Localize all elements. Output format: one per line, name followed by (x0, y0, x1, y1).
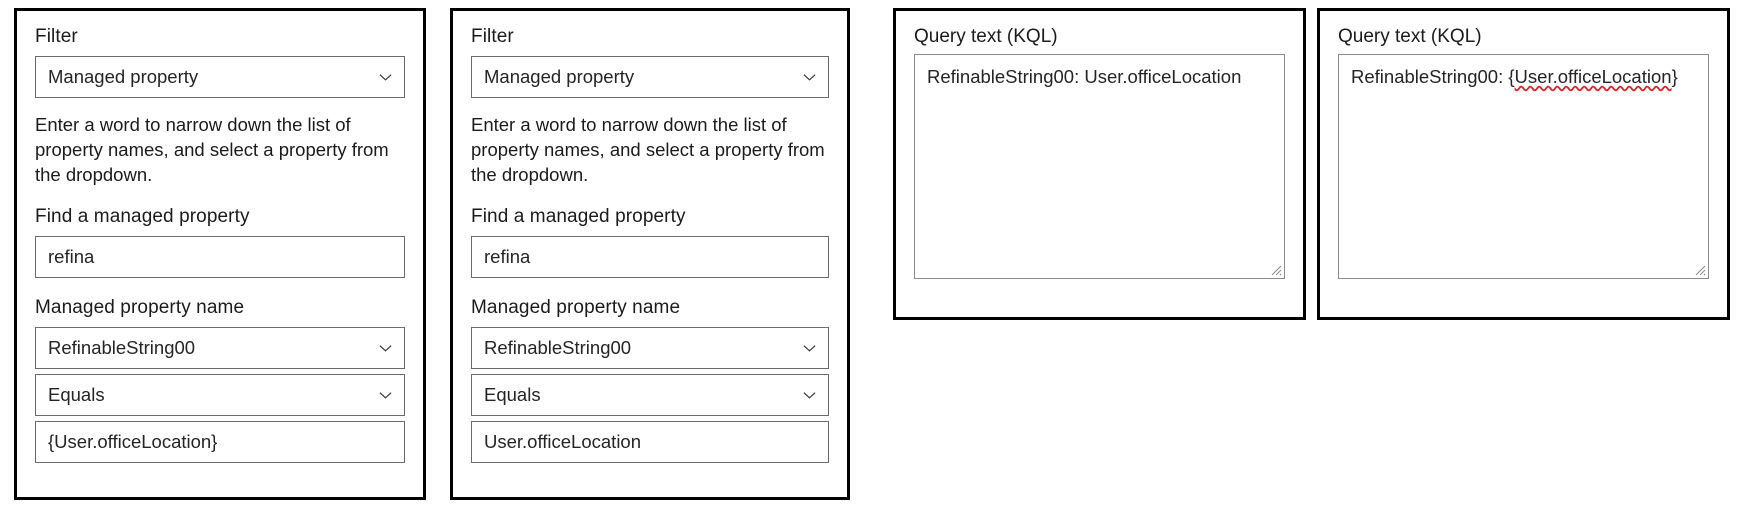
find-managed-property-input-value: refina (484, 246, 531, 267)
query-text-close-brace: } (1671, 66, 1678, 87)
panel-query-text-plain-body: Query text (KQL) RefinableString00: User… (896, 11, 1303, 317)
operator-dropdown[interactable]: Equals (35, 374, 405, 416)
managed-property-name-label: Managed property name (471, 297, 681, 318)
operator-dropdown-value: Equals (48, 384, 105, 405)
find-managed-property-label: Find a managed property (471, 206, 686, 227)
find-managed-property-input[interactable]: refina (35, 236, 405, 278)
operand-value-input-value: {User.officeLocation} (48, 431, 218, 452)
panel-query-text-plain: Query text (KQL) RefinableString00: User… (893, 8, 1306, 320)
panel-filter-without-braces: Filter Managed property Enter a word to … (450, 8, 850, 500)
operand-value-input[interactable]: User.officeLocation (471, 421, 829, 463)
resize-grip-icon[interactable] (1693, 263, 1706, 276)
query-text-content: RefinableString00: {User.officeLocation} (1351, 65, 1696, 89)
managed-property-name-dropdown[interactable]: RefinableString00 (471, 327, 829, 369)
chevron-down-icon (378, 341, 393, 356)
chevron-down-icon (802, 341, 817, 356)
filter-help-text: Enter a word to narrow down the list of … (471, 114, 825, 185)
filter-type-dropdown[interactable]: Managed property (471, 56, 829, 98)
managed-property-name-dropdown-value: RefinableString00 (48, 337, 196, 358)
query-text-content: RefinableString00: User.officeLocation (927, 65, 1272, 89)
operand-value-input[interactable]: {User.officeLocation} (35, 421, 405, 463)
managed-property-name-dropdown-value: RefinableString00 (484, 337, 632, 358)
query-text-token-spellcheck-error: User.officeLocation (1514, 66, 1672, 87)
operator-dropdown-value: Equals (484, 384, 541, 405)
filter-label: Filter (471, 26, 514, 47)
chevron-down-icon (378, 388, 393, 403)
filter-type-dropdown-value: Managed property (484, 66, 635, 87)
panel-query-text-with-braces: Query text (KQL) RefinableString00: {Use… (1317, 8, 1730, 320)
query-text-label: Query text (KQL) (914, 26, 1058, 47)
chevron-down-icon (378, 70, 393, 85)
operand-value-input-value: User.officeLocation (484, 431, 642, 452)
resize-grip-icon[interactable] (1269, 263, 1282, 276)
managed-property-name-label: Managed property name (35, 297, 245, 318)
find-managed-property-label: Find a managed property (35, 206, 250, 227)
find-managed-property-input-value: refina (48, 246, 95, 267)
query-text-prefix: RefinableString00: (927, 66, 1085, 87)
query-text-textarea[interactable]: RefinableString00: {User.officeLocation} (1338, 54, 1709, 279)
panel-query-text-with-braces-body: Query text (KQL) RefinableString00: {Use… (1320, 11, 1727, 317)
query-text-prefix: RefinableString00: (1351, 66, 1509, 87)
filter-type-dropdown-value: Managed property (48, 66, 199, 87)
filter-label: Filter (35, 26, 78, 47)
find-managed-property-input[interactable]: refina (471, 236, 829, 278)
query-text-token: User.officeLocation (1084, 66, 1242, 87)
panel-filter-without-braces-body: Filter Managed property Enter a word to … (453, 11, 847, 497)
chevron-down-icon (802, 388, 817, 403)
operator-dropdown[interactable]: Equals (471, 374, 829, 416)
managed-property-name-dropdown[interactable]: RefinableString00 (35, 327, 405, 369)
filter-type-dropdown[interactable]: Managed property (35, 56, 405, 98)
query-text-label: Query text (KQL) (1338, 26, 1482, 47)
panel-filter-with-braces-body: Filter Managed property Enter a word to … (17, 11, 423, 497)
filter-help-text: Enter a word to narrow down the list of … (35, 114, 389, 185)
query-text-textarea[interactable]: RefinableString00: User.officeLocation (914, 54, 1285, 279)
chevron-down-icon (802, 70, 817, 85)
screenshot-stage: Filter Managed property Enter a word to … (0, 0, 1755, 511)
panel-filter-with-braces: Filter Managed property Enter a word to … (14, 8, 426, 500)
